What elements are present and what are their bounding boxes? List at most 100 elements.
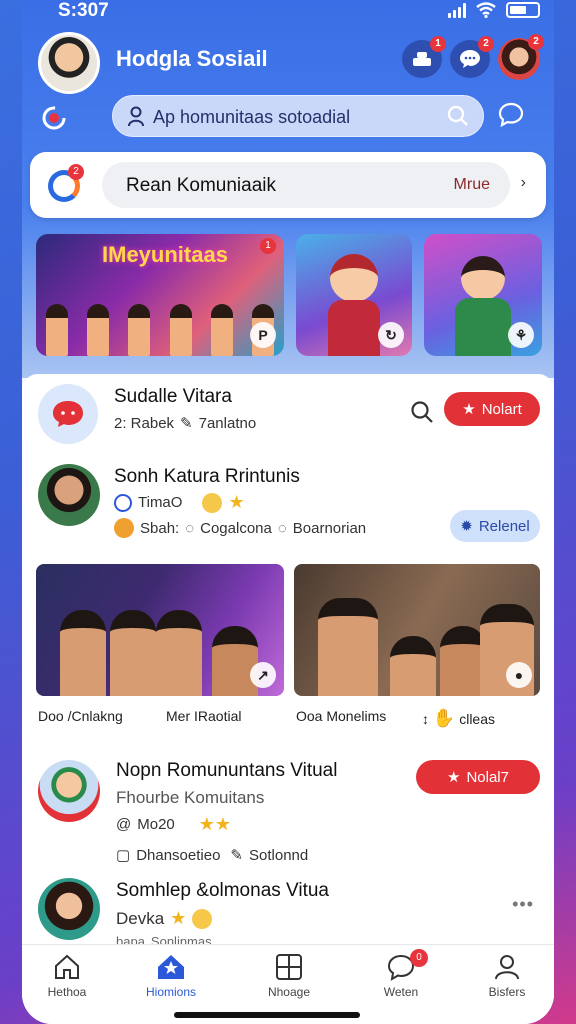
story-title: IMeyunitaas — [102, 242, 228, 267]
hand-icon: ✋ — [432, 708, 456, 728]
photo-person — [60, 610, 106, 696]
post-title[interactable]: Sudalle Vitara — [114, 386, 232, 408]
story-card[interactable]: ↻ — [296, 234, 412, 356]
pencil-icon: ✎ — [180, 415, 193, 432]
story-crowd — [36, 294, 284, 356]
messages-button[interactable]: 2 — [450, 36, 494, 78]
pin-icon: ↕ — [422, 711, 429, 727]
share-icon[interactable]: ↻ — [378, 322, 404, 348]
photo-person — [156, 610, 202, 696]
join-button[interactable]: ★ Nolart — [444, 392, 540, 426]
reel-label: Rean Komuniaaik — [126, 175, 276, 196]
join-button-label: Nolal7 — [466, 768, 509, 786]
nav-home[interactable]: Hethoa — [22, 953, 112, 999]
join-button-label: Nolart — [481, 400, 522, 418]
join-button[interactable]: ★ Nolal7 — [416, 760, 540, 794]
nav-label: Hethoa — [47, 985, 87, 999]
search-icon[interactable] — [410, 400, 434, 424]
star-icon: ★ — [462, 401, 476, 418]
photo-caption: Mer IRaotial — [166, 708, 242, 724]
nav-add[interactable]: Nhoage — [244, 953, 334, 999]
wifi-icon — [476, 2, 496, 18]
nav-profile[interactable]: Bisfers — [462, 953, 552, 999]
reel-card[interactable]: 2 Rean Komuniaaik Mrue › — [30, 152, 546, 218]
comment-icon: ◌ — [185, 519, 195, 537]
story-card[interactable]: ⚘ — [424, 234, 542, 356]
photo-person — [110, 610, 156, 696]
character-figure — [461, 256, 505, 300]
emoji-icon — [192, 908, 213, 929]
post-meta: 2: Rabek ✎ 7anlatno — [114, 414, 256, 433]
smile-emoji-icon — [202, 492, 223, 513]
cell-signal-icon — [448, 2, 466, 18]
photo-caption: Ooa Monelims — [296, 708, 387, 724]
friend-badge: 2 — [528, 34, 544, 50]
chevron-right-icon[interactable]: › — [521, 174, 526, 192]
expand-icon[interactable]: ↗ — [250, 662, 276, 688]
story-action-icon[interactable]: ⚘ — [508, 322, 534, 348]
star-icon: ★ — [447, 769, 461, 786]
photo-person — [390, 636, 436, 696]
profile-avatar[interactable] — [38, 32, 100, 94]
post-title[interactable]: Somhlep &olmonas Vitua — [116, 880, 329, 902]
community-feed: Sudalle Vitara 2: Rabek ✎ 7anlatno ★ Nol… — [22, 374, 554, 949]
at-icon: @ — [116, 816, 132, 833]
post-photo[interactable]: ● — [294, 564, 540, 696]
photo-caption-icons: ↕ ✋ clleas — [422, 708, 495, 729]
nav-label: Weten — [383, 985, 419, 999]
battery-icon — [506, 2, 540, 18]
post-subtitle: Fhourbe Komuitans — [116, 788, 265, 807]
post-tag: Mo20 — [137, 816, 175, 833]
header-area: S:307 Hodgla Sosiail 1 2 2 Ap homunitaas… — [22, 0, 554, 378]
search-icon[interactable] — [447, 105, 469, 127]
post-title[interactable]: Nopn Romununtans Vitual — [116, 760, 337, 782]
photo-person — [318, 598, 378, 696]
post-meta-text: Sbah: — [140, 519, 180, 537]
post-meta: ▢ Dhansoetieo ✎ Sotlonnd — [116, 846, 309, 865]
post-title[interactable]: Sonh Katura Rrintunis — [114, 466, 300, 488]
status-bar: S:307 — [22, 0, 554, 24]
search-input[interactable] — [153, 102, 433, 132]
search-bar[interactable] — [112, 95, 484, 137]
nav-label: Bisfers — [488, 985, 526, 999]
reaction-icon[interactable]: ● — [506, 662, 532, 688]
nav-notifications[interactable]: 0 Weten — [356, 949, 446, 999]
user-avatar[interactable] — [38, 878, 100, 940]
reel-pill[interactable]: Rean Komuniaaik Mrue — [102, 162, 510, 208]
story-card[interactable]: IMeyunitaas 1 P — [36, 234, 284, 356]
post-meta-text-3: Boarnorian — [292, 519, 367, 537]
app-title: Hodgla Sosiail — [116, 46, 268, 71]
messages-badge: 2 — [478, 36, 494, 52]
more-options-icon[interactable]: ••• — [512, 894, 534, 915]
star-icon: ★ — [228, 492, 245, 512]
groups-button[interactable]: 1 — [402, 36, 446, 78]
verified-icon — [114, 493, 132, 512]
status-time: S:307 — [58, 0, 109, 21]
post-meta-text: 2: Rabek — [114, 414, 175, 432]
nav-communities[interactable]: Hiomions — [126, 953, 216, 999]
story-corner-button[interactable]: P — [250, 322, 276, 348]
community-avatar[interactable] — [38, 760, 100, 822]
reel-more-link[interactable]: Mrue — [454, 176, 490, 194]
nav-label: Hiomions — [145, 985, 196, 999]
pencil-icon: ✎ — [230, 847, 243, 864]
user-avatar[interactable] — [38, 464, 100, 526]
chat-icon[interactable] — [498, 102, 524, 128]
message-bubble-icon — [460, 50, 480, 68]
star-icon: ★ — [170, 908, 187, 928]
speech-bubble-icon — [53, 401, 83, 427]
photo-caption: Doo /Cnlakng — [38, 708, 123, 724]
refresh-icon[interactable] — [40, 104, 68, 132]
comment-icon: ▢ — [116, 847, 131, 864]
communities-icon — [158, 955, 184, 979]
post-subtitle-row: Devka ★ — [116, 908, 213, 929]
stories-row: IMeyunitaas 1 P ↻ ⚘ — [36, 234, 542, 356]
post-tag: TimaO — [138, 494, 183, 511]
reply-button[interactable]: ✹ Relenel — [450, 510, 540, 542]
emoji-icon — [114, 518, 134, 538]
community-avatar[interactable] — [38, 384, 98, 444]
post-meta-text-2: Sotlonnd — [249, 846, 309, 864]
post-photo[interactable]: ↗ — [36, 564, 284, 696]
friend-avatar[interactable]: 2 — [498, 34, 544, 80]
profile-icon — [495, 955, 519, 980]
